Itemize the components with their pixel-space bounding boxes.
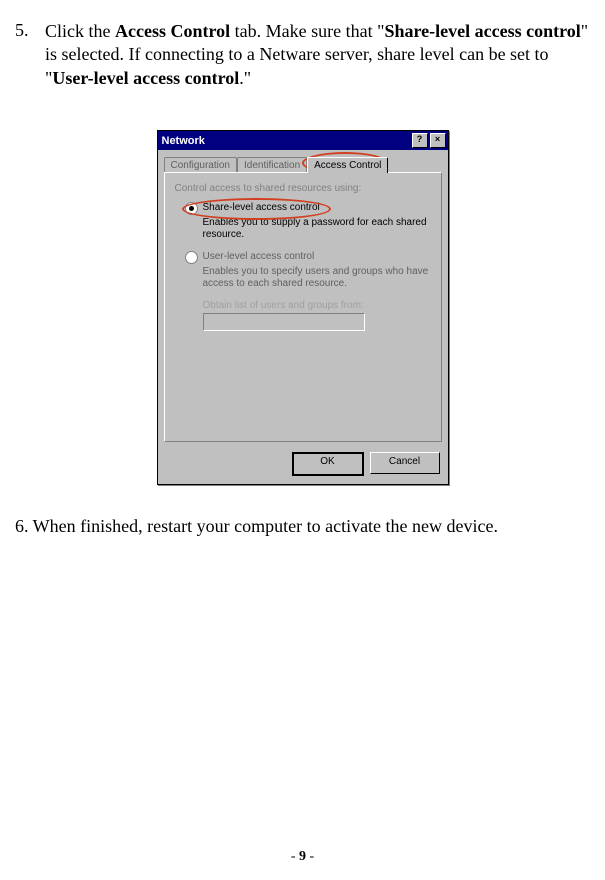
- radio-label: User-level access control: [203, 251, 315, 262]
- close-button[interactable]: ×: [430, 133, 446, 148]
- radio-icon: [185, 202, 198, 215]
- tab-access-control-wrap: Access Control: [307, 156, 388, 172]
- t: Share-level access control: [384, 21, 580, 41]
- tab-strip: Configuration Identification Access Cont…: [158, 150, 448, 172]
- group-label: Control access to shared resources using…: [175, 183, 431, 194]
- page-number: - 9 -: [0, 849, 605, 865]
- obtain-label: Obtain list of users and groups from:: [203, 300, 431, 311]
- dialog-buttons: OK Cancel: [158, 448, 448, 484]
- help-button[interactable]: ?: [412, 133, 428, 148]
- t: Click the: [45, 21, 115, 41]
- t: .": [239, 68, 251, 88]
- radio-user-level[interactable]: User-level access control: [185, 251, 431, 264]
- t: Access Control: [115, 21, 230, 41]
- t: tab. Make sure that ": [230, 21, 384, 41]
- tab-configuration[interactable]: Configuration: [164, 157, 237, 173]
- step-number: 5.: [15, 20, 45, 90]
- dialog-screenshot: Network ? × Configuration Identification…: [15, 130, 590, 485]
- radio-share-level[interactable]: Share-level access control: [185, 202, 431, 215]
- network-dialog: Network ? × Configuration Identification…: [157, 130, 449, 485]
- dialog-title: Network: [162, 135, 410, 147]
- step-5: 5. Click the Access Control tab. Make su…: [15, 20, 590, 90]
- radio-desc: Enables you to supply a password for eac…: [203, 217, 431, 241]
- users-source-input: [203, 313, 365, 331]
- radio-desc: Enables you to specify users and groups …: [203, 266, 431, 290]
- radio-icon: [185, 251, 198, 264]
- cancel-button[interactable]: Cancel: [370, 452, 440, 474]
- t: User-level access control: [52, 68, 239, 88]
- step-6: 6. When finished, restart your computer …: [15, 515, 590, 538]
- titlebar: Network ? ×: [158, 131, 448, 150]
- page-number-value: 9: [299, 849, 306, 864]
- tab-panel: Control access to shared resources using…: [164, 172, 442, 442]
- tab-identification[interactable]: Identification: [237, 157, 307, 173]
- tab-access-control[interactable]: Access Control: [307, 157, 388, 173]
- step-text: Click the Access Control tab. Make sure …: [45, 20, 590, 90]
- ok-button[interactable]: OK: [292, 452, 364, 476]
- radio-label: Share-level access control: [203, 202, 320, 213]
